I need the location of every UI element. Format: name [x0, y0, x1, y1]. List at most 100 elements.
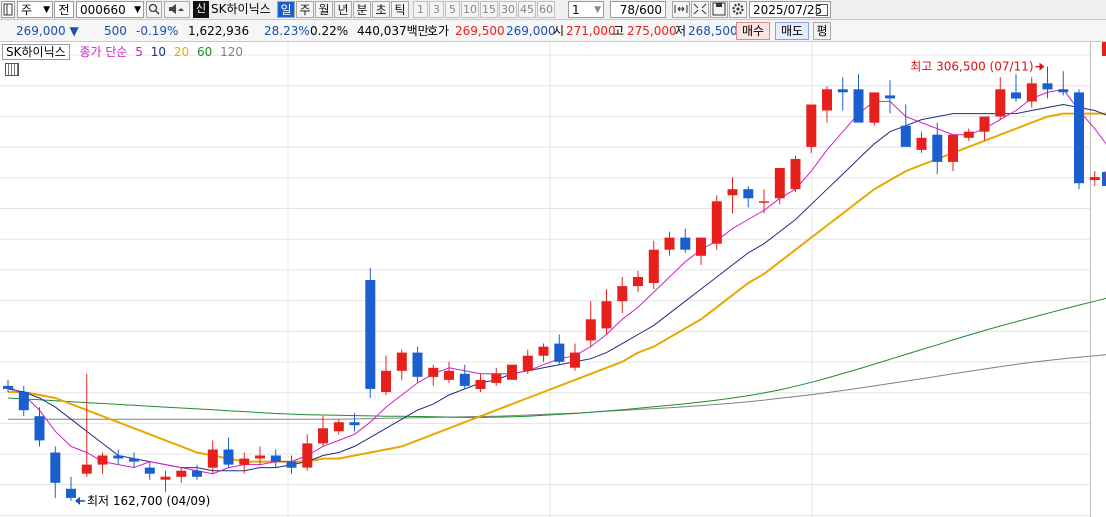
period-tab-3[interactable]: 년: [334, 1, 352, 18]
legend-ma10: 10: [150, 45, 167, 59]
candle-body: [885, 95, 895, 99]
all-label: 전: [58, 3, 70, 17]
candle-body: [853, 89, 864, 123]
data-count: 78/600: [619, 3, 662, 17]
candle-body: [491, 373, 502, 383]
candle-body: [444, 370, 454, 380]
candle-body: [774, 168, 785, 199]
candle-body: [176, 470, 187, 477]
stock-name: SK하이닉스: [211, 1, 275, 18]
candle-body: [1074, 92, 1084, 184]
low-price: 268,500: [688, 24, 738, 38]
grid-toggle-icon[interactable]: [5, 63, 19, 76]
candle-body: [412, 352, 423, 377]
period-tab-2[interactable]: 월: [315, 1, 333, 18]
avg-label: 평: [816, 24, 828, 38]
candle-body: [916, 137, 927, 150]
candle-body: [365, 280, 376, 389]
candle-body: [759, 201, 769, 203]
legend-ma20: 20: [173, 45, 190, 59]
stock-name-label: SK하이닉스: [211, 2, 271, 16]
trade-amount: 440,037백만: [357, 24, 429, 38]
data-count-field[interactable]: 78/600: [610, 1, 666, 18]
candle-body: [522, 355, 533, 371]
step-select[interactable]: 1 ▼: [568, 1, 604, 18]
turnover-percent: 28.23%: [264, 24, 310, 38]
bid-price: 269,000: [506, 24, 556, 38]
ask-price: 269,500: [455, 24, 505, 38]
candle-body: [538, 346, 549, 356]
candle-body: [50, 452, 61, 483]
period-tab-4[interactable]: 분: [353, 1, 371, 18]
candle-body: [900, 125, 911, 147]
minute-step-45[interactable]: 45: [518, 1, 536, 18]
candle-body: [66, 488, 76, 498]
sell-button[interactable]: 매도: [775, 22, 809, 40]
search-icon[interactable]: [146, 1, 162, 18]
candle-body: [822, 89, 832, 111]
stock-code-input[interactable]: 000660 ▼: [76, 1, 144, 18]
candle-body: [554, 343, 565, 362]
high-price: 275,000: [627, 24, 677, 38]
candle-body: [743, 189, 754, 199]
calendar-icon: [816, 4, 828, 16]
gear-icon[interactable]: [729, 1, 747, 18]
buy-button[interactable]: 매수: [736, 22, 770, 40]
candle-body: [617, 286, 628, 302]
candle-body: [129, 458, 139, 462]
quote-bar: 269,000 ▼ 500 -0.19% 1,622,936 28.23% 0.…: [0, 20, 1106, 42]
minute-step-10[interactable]: 10: [461, 1, 479, 18]
open-label: 시: [553, 24, 565, 38]
minute-step-1[interactable]: 1: [413, 1, 428, 18]
price-change: 500: [104, 24, 127, 38]
candle-body: [239, 458, 250, 465]
candle-body: [648, 249, 659, 283]
period-tab-0[interactable]: 일: [277, 1, 295, 18]
date-field[interactable]: 2025/07/25: [749, 1, 831, 18]
candle-body: [727, 189, 738, 196]
candle-body: [963, 131, 974, 138]
buy-label: 매수: [741, 24, 765, 38]
chevron-down-icon: ▼: [594, 5, 601, 15]
candle-body: [1058, 89, 1069, 93]
period-tab-6[interactable]: 틱: [391, 1, 409, 18]
minute-step-15[interactable]: 15: [480, 1, 498, 18]
period-tab-1[interactable]: 주: [296, 1, 314, 18]
panel-toggle-icon[interactable]: [1, 1, 15, 18]
candle-body: [18, 392, 29, 411]
candle-body: [459, 373, 470, 386]
down-arrow-icon: ▼: [69, 24, 79, 38]
change-percent: -0.19%: [136, 24, 179, 38]
high-price-label: 최고 306,500 (07/11): [910, 60, 1033, 74]
candle-body: [207, 449, 218, 468]
save-icon[interactable]: [710, 1, 728, 18]
candle-body: [806, 104, 817, 147]
chart-type-select[interactable]: 주 ▼: [17, 1, 53, 18]
minute-step-5[interactable]: 5: [445, 1, 460, 18]
candle-body: [223, 449, 234, 465]
price-value: 269,000: [16, 24, 66, 38]
compress-icon[interactable]: [672, 1, 690, 18]
chart-grid: [0, 42, 1106, 517]
price-chart[interactable]: 최고 306,500 (07/11) 최저 162,700 (04/09): [0, 42, 1106, 517]
legend-stock-name: SK하이닉스: [2, 44, 70, 60]
sin-badge: 신: [193, 1, 209, 18]
expand-icon[interactable]: [691, 1, 709, 18]
candle-body: [302, 443, 313, 468]
minute-step-3[interactable]: 3: [429, 1, 444, 18]
speaker-icon[interactable]: [164, 1, 190, 18]
candle-body: [664, 237, 675, 250]
minute-step-60[interactable]: 60: [537, 1, 555, 18]
low-price-label: 최저 162,700 (04/09): [87, 494, 210, 508]
candle-body: [381, 370, 391, 392]
sell-label: 매도: [780, 24, 804, 38]
period-tab-5[interactable]: 초: [372, 1, 390, 18]
avg-button[interactable]: 평: [813, 22, 831, 40]
all-button[interactable]: 전: [54, 1, 74, 18]
candle-body: [160, 476, 171, 480]
candle-body: [633, 277, 643, 287]
high-label: 고: [613, 24, 625, 38]
ratio-percent: 0.22%: [310, 24, 349, 38]
chart-toolbar: 주 ▼ 전 000660 ▼ 신 SK하이닉스 일주월년분초틱 1 3 5 10 15 3…: [0, 0, 1106, 20]
minute-step-30[interactable]: 30: [499, 1, 517, 18]
